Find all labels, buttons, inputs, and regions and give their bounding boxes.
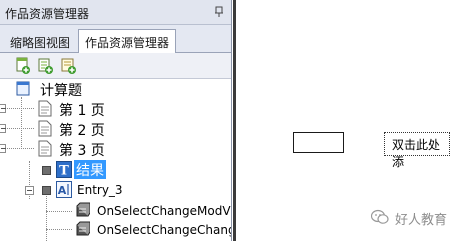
explorer-toolbar [0,53,231,79]
canvas-input-box[interactable] [293,132,344,153]
design-canvas[interactable]: 双击此处添 好人教育 [233,0,470,241]
event-icon [74,202,91,219]
expand-toggle[interactable] [0,104,6,113]
tree-connector [46,211,72,212]
collapse-toggle[interactable] [0,144,6,153]
add-item-icon [61,58,76,74]
add-item-button[interactable] [60,57,78,75]
page-icon [38,140,52,157]
event-icon [74,221,91,238]
panel-titlebar: 作品资源管理器 [0,0,231,25]
tree-item-label: 计算题 [40,83,82,99]
expand-toggle[interactable] [0,124,6,133]
tree-connector [4,148,34,149]
tree-item-label: Entry_3 [77,183,123,197]
add-group-icon [38,58,53,74]
svg-text:A: A [58,184,67,197]
wechat-icon [370,209,389,225]
tree-connector [46,229,72,230]
input-field-icon: A [56,181,72,198]
document-root-icon [16,81,31,96]
tree-item-label: 第 3 页 [59,143,105,159]
canvas-button-placeholder[interactable]: 双击此处添 [384,132,450,169]
text-object-icon: T [56,161,72,179]
tree-item-label: OnSelectChangeChang [97,223,232,237]
watermark-text: 好人教育 [395,213,448,228]
resource-tree: 计算题 第 1 页 第 2 页 第 3 页 T 结果 A Entry_3 OnS… [0,79,232,241]
tree-item-label-selected: 结果 [74,160,106,179]
tree-item-label: OnSelectChangeModV [97,204,231,218]
node-marker [42,186,51,195]
node-marker [42,166,51,175]
tree-connector [4,128,34,129]
watermark: 好人教育 [370,207,470,229]
tree-connector [21,97,22,149]
add-group-button[interactable] [37,57,55,75]
tab-thumbnail-view[interactable]: 缩略图视图 [4,31,76,53]
panel-title: 作品资源管理器 [5,7,90,21]
tree-item-label: 第 1 页 [59,103,105,119]
panel-tabs: 缩略图视图 作品资源管理器 [0,25,231,54]
collapse-toggle[interactable] [25,186,34,195]
pin-icon[interactable] [214,6,224,18]
tree-connector [4,108,34,109]
tree-connector [46,191,47,241]
add-page-icon [16,57,30,74]
resource-explorer-panel: 作品资源管理器 缩略图视图 作品资源管理器 计算题 第 1 页 第 2 页 第 … [0,0,232,241]
page-icon [38,100,52,117]
add-page-button[interactable] [14,57,32,75]
tree-item-label: 第 2 页 [59,123,105,139]
svg-text:T: T [59,164,69,179]
page-icon [38,120,52,137]
tab-resource-explorer[interactable]: 作品资源管理器 [78,29,177,54]
